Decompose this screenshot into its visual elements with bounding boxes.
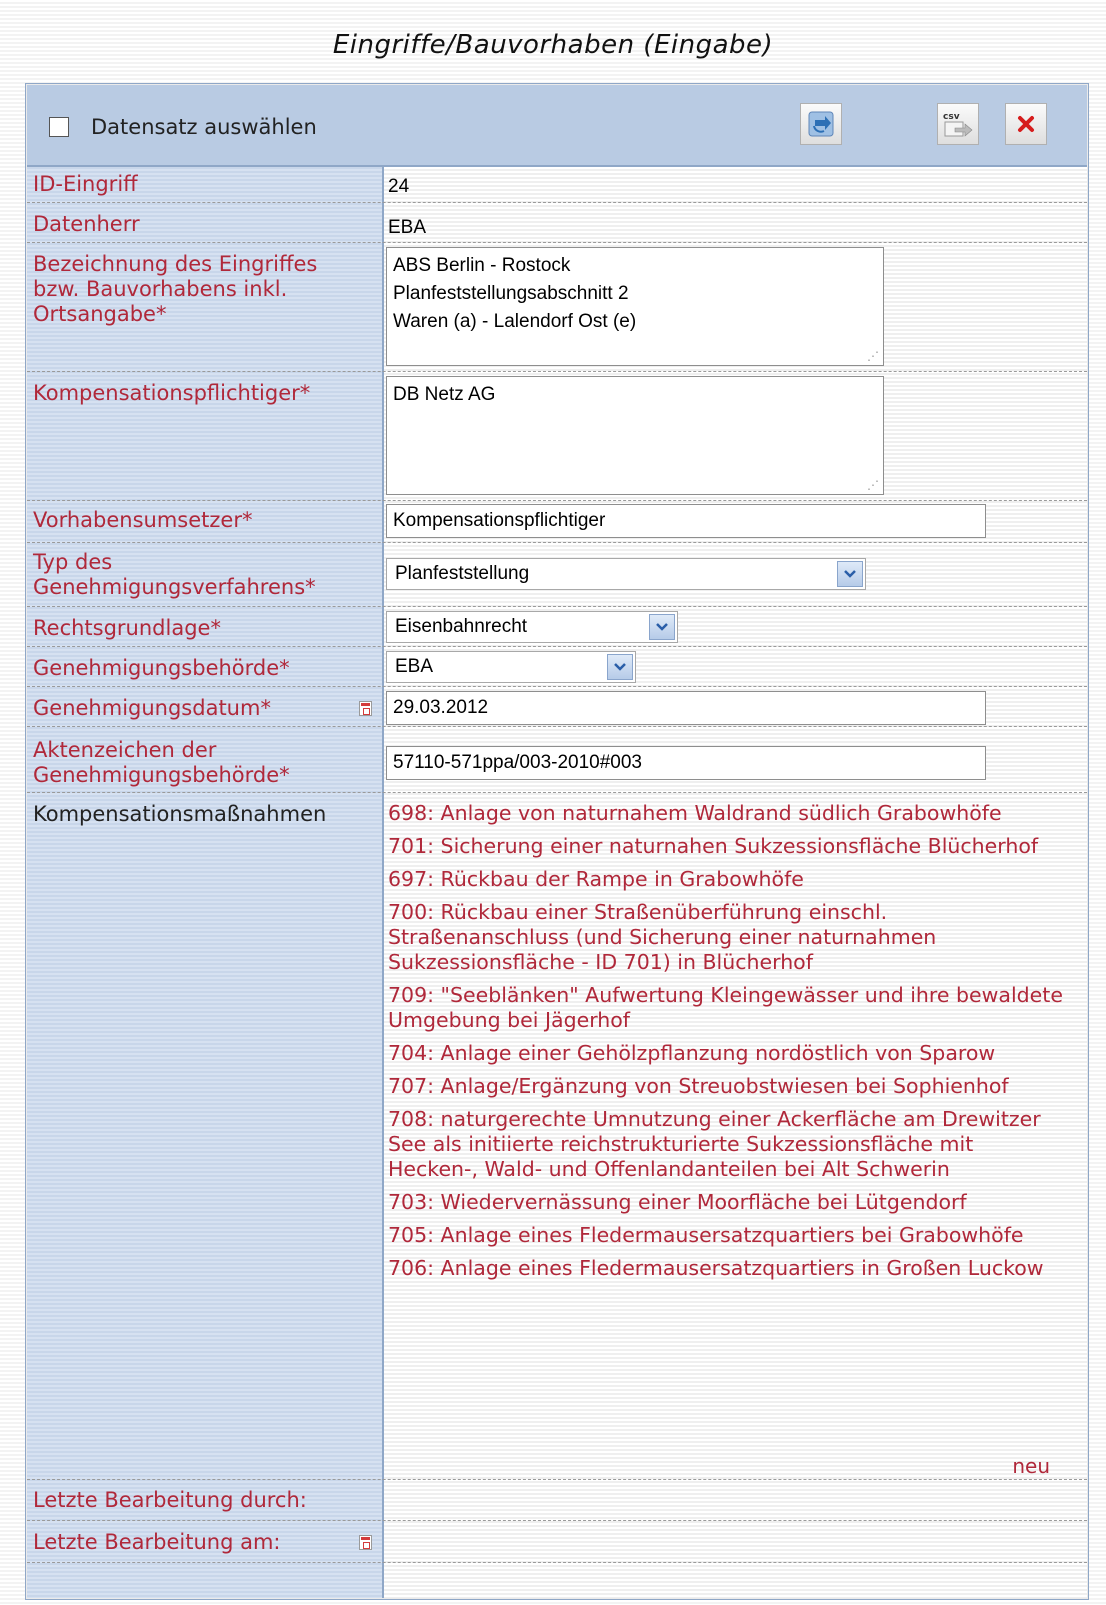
row-divider <box>27 726 1087 727</box>
chevron-down-icon[interactable] <box>607 654 633 680</box>
massnahme-link[interactable]: 697: Rückbau der Rampe in Grabowhöfe <box>388 867 1068 892</box>
datum-input[interactable]: 29.03.2012 <box>386 691 986 725</box>
behoerde-selected-value: EBA <box>395 656 434 677</box>
kompensationspflichtiger-label: Kompensationspflichtiger* <box>33 381 311 405</box>
bezeichnung-label: Bezeichnung des Eingriffes bzw. Bauvorha… <box>33 252 318 326</box>
massnahme-link[interactable]: 698: Anlage von naturnahem Waldrand südl… <box>388 801 1068 826</box>
massnahme-link[interactable]: 704: Anlage einer Gehölzpflanzung nordös… <box>388 1041 1068 1066</box>
bearbeitung-am-label: Letzte Bearbeitung am: <box>33 1530 281 1554</box>
chevron-down-icon[interactable] <box>837 561 863 587</box>
typ-select[interactable]: Planfeststellung <box>386 558 866 590</box>
row-divider <box>27 686 1087 687</box>
form-panel: Datensatz auswählen csv ID-Eingriff 24 D… <box>25 83 1089 1600</box>
kompensationspflichtiger-text: DB Netz AG <box>393 384 496 405</box>
row-divider <box>27 646 1087 647</box>
row-divider <box>27 242 1087 243</box>
resize-grip-icon[interactable]: ⋰ <box>867 350 879 362</box>
bezeichnung-textarea[interactable]: ABS Berlin - Rostock Planfeststellungsab… <box>386 247 884 366</box>
row-divider <box>27 1562 1087 1563</box>
refresh-icon <box>808 111 834 137</box>
rechtsgrundlage-label: Rechtsgrundlage* <box>33 616 221 640</box>
row-divider <box>27 542 1087 543</box>
row-divider <box>27 371 1087 372</box>
rechtsgrundlage-select[interactable]: Eisenbahnrecht <box>386 611 678 643</box>
csv-export-icon: csv <box>943 112 973 137</box>
massnahme-link[interactable]: 700: Rückbau einer Straßenüberführung ei… <box>388 900 1068 975</box>
resize-grip-icon[interactable]: ⋰ <box>867 479 879 491</box>
svg-text:csv: csv <box>943 112 960 122</box>
row-divider <box>27 606 1087 607</box>
datenherr-label: Datenherr <box>33 212 140 236</box>
massnahme-link[interactable]: 709: "Seeblänken" Aufwertung Kleingewäss… <box>388 983 1068 1033</box>
id-eingriff-label: ID-Eingriff <box>33 172 138 196</box>
row-divider <box>27 792 1087 793</box>
new-measure-link[interactable]: neu <box>1012 1454 1050 1478</box>
massnahmen-label: Kompensationsmaßnahmen <box>33 802 327 826</box>
massnahme-link[interactable]: 705: Anlage eines Fledermausersatzquarti… <box>388 1223 1068 1248</box>
datum-label: Genehmigungsdatum* <box>33 696 271 720</box>
chevron-down-icon[interactable] <box>649 614 675 640</box>
refresh-button[interactable] <box>800 103 842 145</box>
massnahme-link[interactable]: 708: naturgerechte Umnutzung einer Acker… <box>388 1107 1068 1182</box>
header-bar: Datensatz auswählen csv <box>27 85 1087 167</box>
massnahmen-list: 698: Anlage von naturnahem Waldrand südl… <box>388 801 1068 1289</box>
aktenzeichen-label: Aktenzeichen der Genehmigungsbehörde* <box>33 738 290 787</box>
row-divider <box>27 1479 1087 1480</box>
calendar-icon[interactable] <box>359 701 372 716</box>
typ-selected-value: Planfeststellung <box>395 563 530 584</box>
vorhabensumsetzer-input[interactable]: Kompensationspflichtiger <box>386 504 986 538</box>
csv-export-button[interactable]: csv <box>937 103 979 145</box>
row-divider <box>27 1520 1087 1521</box>
delete-button[interactable] <box>1005 103 1047 145</box>
massnahme-link[interactable]: 701: Sicherung einer naturnahen Sukzessi… <box>388 834 1068 859</box>
row-divider <box>27 500 1087 501</box>
behoerde-label: Genehmigungsbehörde* <box>33 656 290 680</box>
bearbeitung-durch-label: Letzte Bearbeitung durch: <box>33 1488 307 1512</box>
massnahme-link[interactable]: 707: Anlage/Ergänzung von Streuobstwiese… <box>388 1074 1068 1099</box>
kompensationspflichtiger-textarea[interactable]: DB Netz AG ⋰ <box>386 376 884 495</box>
aktenzeichen-input[interactable]: 57110-571ppa/003-2010#003 <box>386 746 986 780</box>
rechtsgrundlage-selected-value: Eisenbahnrecht <box>395 616 528 637</box>
massnahme-link[interactable]: 703: Wiedervernässung einer Moorfläche b… <box>388 1190 1068 1215</box>
datenherr-value: EBA <box>388 217 427 238</box>
typ-label: Typ des Genehmigungsverfahrens* <box>33 550 316 599</box>
calendar-icon[interactable] <box>359 1535 372 1550</box>
close-icon <box>1018 116 1034 132</box>
behoerde-select[interactable]: EBA <box>386 651 636 683</box>
page-title: Eingriffe/Bauvorhaben (Eingabe) <box>332 30 774 60</box>
select-record-control[interactable]: Datensatz auswählen <box>49 115 317 139</box>
select-record-label: Datensatz auswählen <box>91 115 317 139</box>
select-record-checkbox[interactable] <box>49 117 69 137</box>
vorhabensumsetzer-label: Vorhabensumsetzer* <box>33 508 253 532</box>
bezeichnung-text: ABS Berlin - Rostock Planfeststellungsab… <box>393 255 637 332</box>
id-eingriff-value: 24 <box>388 176 410 197</box>
row-divider <box>27 202 1087 203</box>
massnahme-link[interactable]: 706: Anlage eines Fledermausersatzquarti… <box>388 1256 1068 1281</box>
